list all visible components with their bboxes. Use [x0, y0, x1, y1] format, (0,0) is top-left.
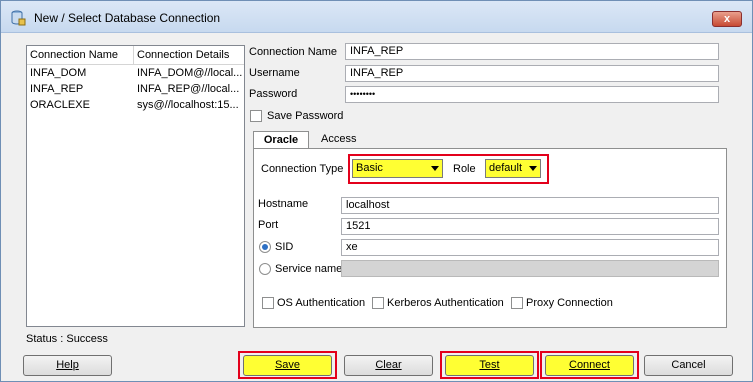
kerberos-authentication-label: Kerberos Authentication	[387, 297, 504, 309]
save-password-label: Save Password	[267, 110, 344, 122]
sid-input[interactable]: xe	[341, 239, 719, 256]
row-connection-details: INFA_DOM@//local...	[137, 67, 243, 79]
row-connection-details: INFA_REP@//local...	[137, 83, 240, 95]
dialog-window: New / Select Database Connection x Conne…	[0, 0, 753, 382]
clear-button-label: Clear	[375, 359, 402, 371]
window-title: New / Select Database Connection	[34, 11, 221, 25]
row-connection-name: ORACLEXE	[30, 99, 90, 111]
hostname-label: Hostname	[258, 198, 309, 210]
hostname-input[interactable]: localhost	[341, 197, 719, 214]
cancel-button[interactable]: Cancel	[644, 355, 733, 376]
connection-list[interactable]: Connection Name Connection Details INFA_…	[26, 45, 245, 327]
kerberos-authentication-checkbox[interactable]	[372, 297, 384, 309]
status-text: Status : Success	[26, 333, 108, 345]
service-name-radio[interactable]	[259, 263, 271, 275]
clear-button[interactable]: Clear	[344, 355, 433, 376]
os-authentication-checkbox[interactable]	[262, 297, 274, 309]
password-input[interactable]: ••••••••	[345, 86, 719, 103]
connection-list-header: Connection Name Connection Details	[27, 46, 244, 65]
username-input[interactable]: INFA_REP	[345, 65, 719, 82]
help-button-label: Help	[56, 359, 79, 371]
column-header-connection-details[interactable]: Connection Details	[134, 46, 244, 64]
connection-name-input[interactable]: INFA_REP	[345, 43, 719, 60]
column-header-connection-name[interactable]: Connection Name	[27, 46, 134, 64]
connection-name-label: Connection Name	[249, 46, 338, 58]
tab-access[interactable]: Access	[311, 131, 366, 149]
database-icon	[11, 10, 26, 26]
highlight-annotation-save	[238, 351, 337, 379]
username-label: Username	[249, 67, 300, 79]
table-row[interactable]: ORACLEXE sys@//localhost:15...	[27, 97, 244, 113]
save-password-checkbox[interactable]	[250, 110, 262, 122]
close-button[interactable]: x	[712, 11, 742, 27]
cancel-button-label: Cancel	[671, 359, 706, 371]
sid-radio[interactable]	[259, 241, 271, 253]
highlight-annotation-connection-type	[348, 154, 549, 184]
help-button[interactable]: Help	[23, 355, 112, 376]
sid-label: SID	[275, 241, 294, 253]
port-label: Port	[258, 219, 279, 231]
close-icon: x	[723, 13, 731, 25]
proxy-connection-label: Proxy Connection	[526, 297, 613, 309]
row-connection-name: INFA_REP	[30, 83, 84, 95]
row-connection-details: sys@//localhost:15...	[137, 99, 239, 111]
connection-type-label: Connection Type	[261, 163, 344, 175]
table-row[interactable]: INFA_DOM INFA_DOM@//local...	[27, 65, 244, 81]
title-bar[interactable]: New / Select Database Connection x	[1, 1, 752, 33]
proxy-connection-checkbox[interactable]	[511, 297, 523, 309]
service-name-input	[341, 260, 719, 277]
tab-oracle[interactable]: Oracle	[253, 131, 309, 149]
highlight-annotation-test	[440, 351, 539, 379]
port-input[interactable]: 1521	[341, 218, 719, 235]
os-authentication-label: OS Authentication	[277, 297, 366, 309]
service-name-label: Service name	[275, 263, 343, 275]
password-label: Password	[249, 88, 298, 100]
highlight-annotation-connect	[540, 351, 639, 379]
row-connection-name: INFA_DOM	[30, 67, 87, 79]
table-row[interactable]: INFA_REP INFA_REP@//local...	[27, 81, 244, 97]
